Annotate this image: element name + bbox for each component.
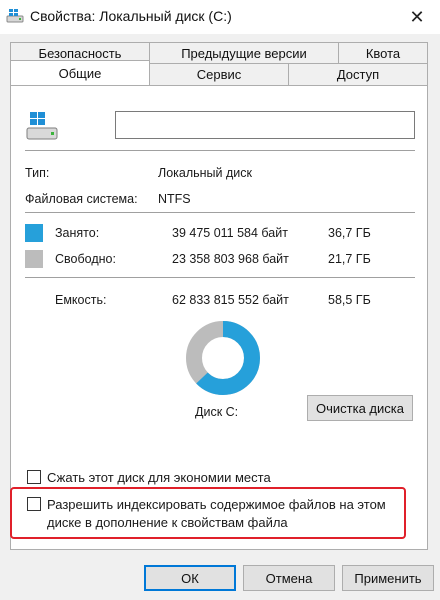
drive-icon xyxy=(26,112,58,140)
volume-name-input[interactable] xyxy=(115,111,415,139)
window-title: Свойства: Локальный диск (C:) xyxy=(30,8,232,24)
highlight-frame xyxy=(10,487,406,539)
close-icon: ✕ xyxy=(409,6,425,27)
capacity-label: Емкость: xyxy=(55,293,107,307)
used-label: Занято: xyxy=(55,226,100,240)
general-panel: Тип: Локальный диск Файловая система: NT… xyxy=(10,85,428,550)
title-bar: Свойства: Локальный диск (C:) ✕ xyxy=(0,0,440,34)
filesystem-label: Файловая система: xyxy=(25,192,138,206)
disk-cleanup-button[interactable]: Очистка диска xyxy=(307,395,413,421)
tab-previous-versions[interactable]: Предыдущие версии xyxy=(149,42,339,64)
used-space-swatch xyxy=(25,224,43,242)
used-size: 36,7 ГБ xyxy=(328,226,371,240)
tab-tools[interactable]: Сервис xyxy=(149,63,289,85)
tab-row-front: Общие Сервис Доступ xyxy=(10,60,428,85)
filesystem-value: NTFS xyxy=(158,192,191,206)
compress-checkbox[interactable] xyxy=(27,470,41,484)
type-label: Тип: xyxy=(25,166,50,180)
separator xyxy=(25,212,415,213)
disk-usage-chart xyxy=(186,321,260,395)
disk-label: Диск C: xyxy=(195,405,239,419)
separator xyxy=(25,277,415,278)
apply-button[interactable]: Применить xyxy=(342,565,434,591)
cancel-button[interactable]: Отмена xyxy=(243,565,335,591)
free-label: Свободно: xyxy=(55,252,116,266)
free-space-swatch xyxy=(25,250,43,268)
tab-quota[interactable]: Квота xyxy=(338,42,428,64)
capacity-bytes: 62 833 815 552 байт xyxy=(172,293,289,307)
drive-icon xyxy=(6,9,24,23)
free-size: 21,7 ГБ xyxy=(328,252,371,266)
free-bytes: 23 358 803 968 байт xyxy=(172,252,289,266)
used-bytes: 39 475 011 584 байт xyxy=(172,226,288,240)
tab-general[interactable]: Общие xyxy=(10,60,150,85)
capacity-size: 58,5 ГБ xyxy=(328,293,371,307)
tab-sharing[interactable]: Доступ xyxy=(288,63,428,85)
compress-label: Сжать этот диск для экономии места xyxy=(47,470,271,485)
close-button[interactable]: ✕ xyxy=(394,0,440,34)
type-value: Локальный диск xyxy=(158,166,252,180)
ok-button[interactable]: ОК xyxy=(144,565,236,591)
compress-option[interactable]: Сжать этот диск для экономии места xyxy=(27,469,271,487)
separator xyxy=(25,150,415,151)
